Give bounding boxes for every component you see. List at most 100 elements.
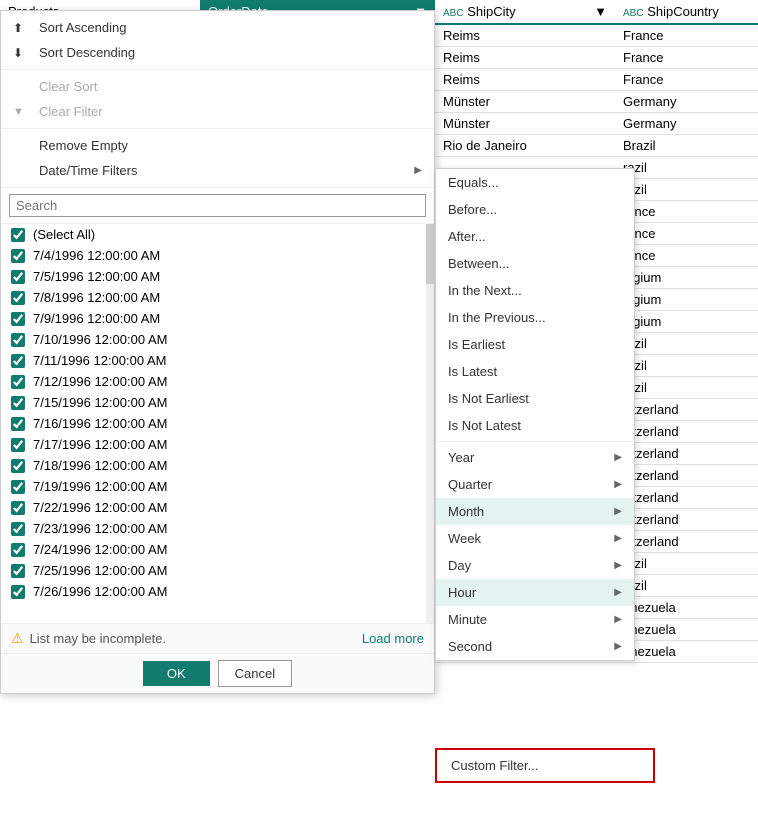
- checkbox-7[interactable]: [11, 396, 25, 410]
- scrollbar-thumb[interactable]: [426, 224, 434, 284]
- list-item[interactable]: 7/9/1996 12:00:00 AM: [1, 308, 434, 329]
- cell-shipcountry: vitzerland: [615, 509, 758, 531]
- submenu-item-hour[interactable]: Hour: [436, 579, 634, 606]
- select-all-item[interactable]: (Select All): [1, 224, 434, 245]
- list-item[interactable]: 7/22/1996 12:00:00 AM: [1, 497, 434, 518]
- checkbox-label-14: 7/24/1996 12:00:00 AM: [33, 542, 167, 557]
- submenu-item-month[interactable]: Month: [436, 498, 634, 525]
- checkbox-14[interactable]: [11, 543, 25, 557]
- submenu-item-isnotlatest[interactable]: Is Not Latest: [436, 412, 634, 439]
- scrollbar-track: [426, 224, 434, 623]
- datetime-arrow-icon: ▶: [414, 165, 422, 176]
- button-row: OK Cancel: [1, 653, 434, 693]
- checkbox-label-11: 7/19/1996 12:00:00 AM: [33, 479, 167, 494]
- checkbox-9[interactable]: [11, 438, 25, 452]
- list-item[interactable]: 7/26/1996 12:00:00 AM: [1, 581, 434, 602]
- cell-shipcountry: razil: [615, 553, 758, 575]
- ok-button[interactable]: OK: [143, 661, 210, 686]
- cell-shipcountry: rance: [615, 223, 758, 245]
- list-item[interactable]: 7/8/1996 12:00:00 AM: [1, 287, 434, 308]
- shipcountry-column-header[interactable]: ABC ShipCountry: [615, 0, 758, 24]
- list-item[interactable]: 7/17/1996 12:00:00 AM: [1, 434, 434, 455]
- cell-shipcountry: enezuela: [615, 619, 758, 641]
- datetime-filters-item[interactable]: Date/Time Filters ▶: [1, 158, 434, 183]
- cell-shipcity: Münster: [435, 91, 615, 113]
- cell-shipcountry: enezuela: [615, 641, 758, 663]
- datetime-submenu: Equals...Before...After...Between...In t…: [435, 168, 635, 661]
- checkbox-label-3: 7/9/1996 12:00:00 AM: [33, 311, 160, 326]
- cell-shipcity: Rio de Janeiro: [435, 135, 615, 157]
- submenu-item-inthenext[interactable]: In the Next...: [436, 277, 634, 304]
- submenu-item-equals[interactable]: Equals...: [436, 169, 634, 196]
- remove-empty-item[interactable]: Remove Empty: [1, 133, 434, 158]
- submenu-item-between[interactable]: Between...: [436, 250, 634, 277]
- checkbox-1[interactable]: [11, 270, 25, 284]
- list-item[interactable]: 7/5/1996 12:00:00 AM: [1, 266, 434, 287]
- search-input[interactable]: [9, 194, 426, 217]
- cell-shipcountry: rance: [615, 245, 758, 267]
- submenu-item-minute[interactable]: Minute: [436, 606, 634, 633]
- checkbox-label-8: 7/16/1996 12:00:00 AM: [33, 416, 167, 431]
- checkbox-12[interactable]: [11, 501, 25, 515]
- checkbox-label-6: 7/12/1996 12:00:00 AM: [33, 374, 167, 389]
- cell-shipcountry: elgium: [615, 311, 758, 333]
- checkbox-label-4: 7/10/1996 12:00:00 AM: [33, 332, 167, 347]
- cell-shipcity: Reims: [435, 69, 615, 91]
- sort-ascending-item[interactable]: ⬆ Sort Ascending: [1, 15, 434, 40]
- submenu-item-year[interactable]: Year: [436, 444, 634, 471]
- submenu-item-before[interactable]: Before...: [436, 196, 634, 223]
- checkbox-13[interactable]: [11, 522, 25, 536]
- list-item[interactable]: 7/25/1996 12:00:00 AM: [1, 560, 434, 581]
- cell-shipcountry: elgium: [615, 267, 758, 289]
- list-item[interactable]: 7/15/1996 12:00:00 AM: [1, 392, 434, 413]
- cancel-button[interactable]: Cancel: [218, 660, 292, 687]
- cell-shipcountry: vitzerland: [615, 399, 758, 421]
- shipcity-column-header[interactable]: ABC ShipCity ▼: [435, 0, 615, 24]
- checkbox-4[interactable]: [11, 333, 25, 347]
- checkbox-8[interactable]: [11, 417, 25, 431]
- checkbox-2[interactable]: [11, 291, 25, 305]
- submenu-item-week[interactable]: Week: [436, 525, 634, 552]
- cell-shipcountry: Brazil: [615, 135, 758, 157]
- list-item[interactable]: 7/16/1996 12:00:00 AM: [1, 413, 434, 434]
- checkbox-label-9: 7/17/1996 12:00:00 AM: [33, 437, 167, 452]
- submenu-item-day[interactable]: Day: [436, 552, 634, 579]
- footer-warning: ⚠ List may be incomplete.: [11, 630, 166, 647]
- checkbox-5[interactable]: [11, 354, 25, 368]
- clear-section: Clear Sort ▼ Clear Filter: [1, 70, 434, 129]
- submenu-item-quarter[interactable]: Quarter: [436, 471, 634, 498]
- load-more-link[interactable]: Load more: [362, 631, 424, 646]
- submenu-item-after[interactable]: After...: [436, 223, 634, 250]
- checkbox-6[interactable]: [11, 375, 25, 389]
- list-item[interactable]: 7/10/1996 12:00:00 AM: [1, 329, 434, 350]
- submenu-item-islatest[interactable]: Is Latest: [436, 358, 634, 385]
- list-item[interactable]: 7/19/1996 12:00:00 AM: [1, 476, 434, 497]
- checkbox-16[interactable]: [11, 585, 25, 599]
- submenu-item-isnotearliest[interactable]: Is Not Earliest: [436, 385, 634, 412]
- checkbox-10[interactable]: [11, 459, 25, 473]
- select-all-checkbox[interactable]: [11, 228, 25, 242]
- cell-shipcountry: elgium: [615, 289, 758, 311]
- list-item[interactable]: 7/12/1996 12:00:00 AM: [1, 371, 434, 392]
- submenu-item-second[interactable]: Second: [436, 633, 634, 660]
- select-all-label: (Select All): [33, 227, 95, 242]
- abc-icon-city: ABC: [443, 8, 464, 19]
- checkbox-15[interactable]: [11, 564, 25, 578]
- checkbox-11[interactable]: [11, 480, 25, 494]
- custom-filter-item[interactable]: Custom Filter...: [437, 750, 653, 781]
- list-item[interactable]: 7/23/1996 12:00:00 AM: [1, 518, 434, 539]
- submenu-item-isearliest[interactable]: Is Earliest: [436, 331, 634, 358]
- cell-shipcountry: vitzerland: [615, 531, 758, 553]
- list-item[interactable]: 7/18/1996 12:00:00 AM: [1, 455, 434, 476]
- sort-descending-item[interactable]: ⬇ Sort Descending: [1, 40, 434, 65]
- list-item[interactable]: 7/11/1996 12:00:00 AM: [1, 350, 434, 371]
- filter-dropdown-panel: ⬆ Sort Ascending ⬇ Sort Descending Clear…: [0, 10, 435, 694]
- checkbox-label-2: 7/8/1996 12:00:00 AM: [33, 290, 160, 305]
- list-item[interactable]: 7/24/1996 12:00:00 AM: [1, 539, 434, 560]
- submenu-item-intheprevious[interactable]: In the Previous...: [436, 304, 634, 331]
- list-item[interactable]: 7/4/1996 12:00:00 AM: [1, 245, 434, 266]
- checkbox-0[interactable]: [11, 249, 25, 263]
- shipcity-dropdown-icon[interactable]: ▼: [594, 4, 607, 19]
- checkbox-3[interactable]: [11, 312, 25, 326]
- remove-empty-section: Remove Empty Date/Time Filters ▶: [1, 129, 434, 188]
